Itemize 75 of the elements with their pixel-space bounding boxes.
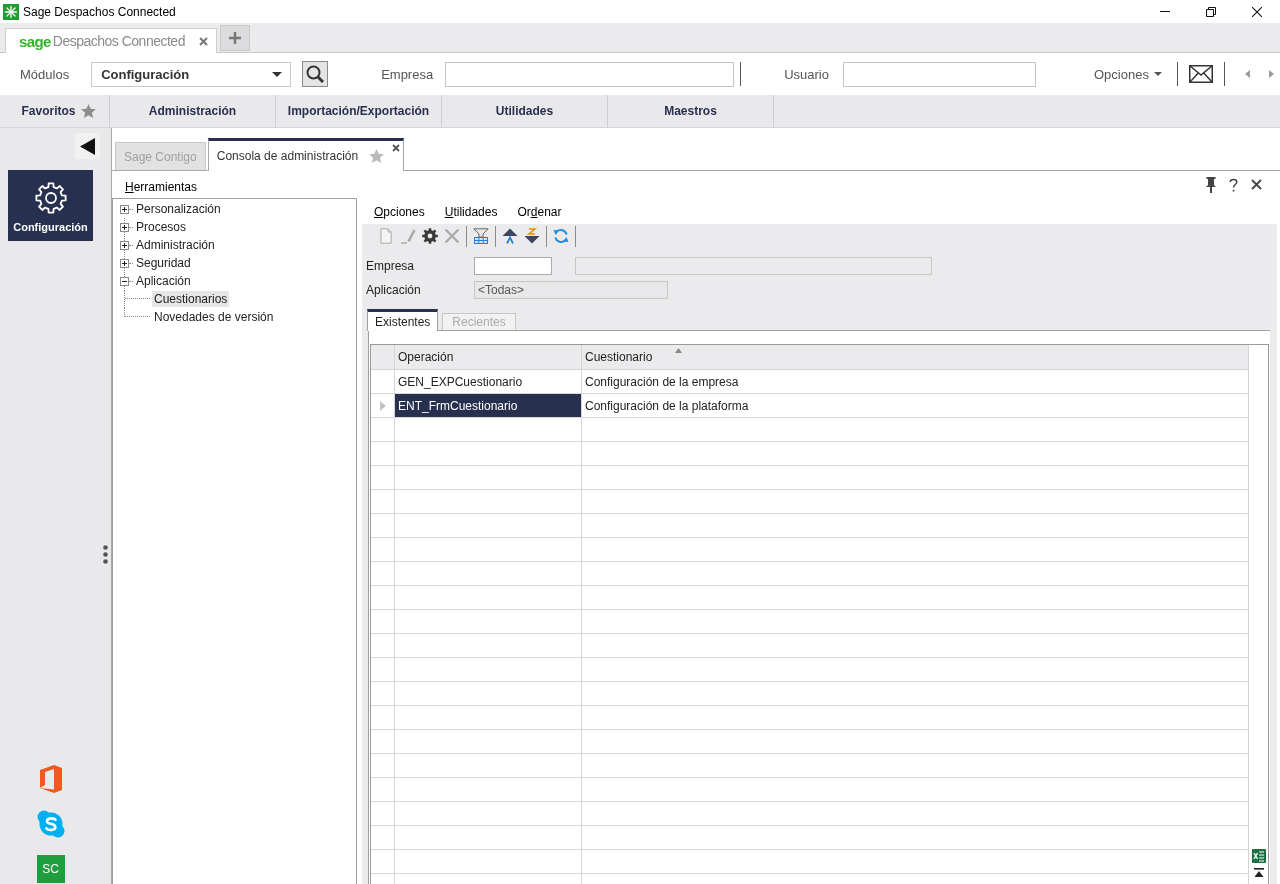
plus-box-icon[interactable] — [120, 258, 129, 268]
caret-icon — [1153, 72, 1162, 76]
pin-icon[interactable] — [1205, 176, 1217, 193]
row-pointer-icon — [379, 400, 386, 411]
left-arrow-icon[interactable] — [1244, 70, 1250, 78]
plus-icon — [229, 32, 241, 44]
tree-item[interactable]: Novedades de versión — [152, 309, 276, 325]
field-label: Aplicación — [366, 283, 422, 297]
gear-icon — [34, 182, 67, 214]
menu-tab[interactable]: Utilidades — [442, 95, 608, 127]
sort-down-icon[interactable] — [524, 228, 540, 244]
field-label: Módulos — [20, 66, 70, 82]
module-dropdown[interactable]: Configuración — [91, 61, 292, 87]
options-menu-button[interactable]: Opciones — [1093, 63, 1162, 85]
table-cell: ENT_FrmCuestionario — [395, 394, 582, 417]
left-triangle-icon — [80, 137, 95, 155]
tree-item[interactable]: Seguridad — [134, 255, 193, 271]
new-tab-button[interactable] — [220, 25, 250, 51]
table-cell: GEN_EXPCuestionario — [395, 370, 582, 393]
star-icon[interactable] — [369, 149, 385, 163]
menu-tab[interactable]: Administración — [110, 95, 276, 127]
document-tab[interactable]: Consola de administración — [207, 138, 405, 171]
minus-box-icon[interactable] — [120, 276, 129, 286]
plus-box-icon[interactable] — [120, 204, 129, 214]
brand-logo: sage — [19, 32, 51, 50]
menu-tab[interactable]: Importación/Exportación — [276, 95, 442, 127]
right-arrow-icon[interactable] — [1268, 70, 1274, 78]
column-header[interactable]: Operación — [395, 345, 582, 369]
menu-tab[interactable]: Favoritos — [0, 95, 110, 127]
menu-item[interactable]: Ordenar — [517, 205, 562, 219]
help-icon[interactable] — [1229, 177, 1238, 192]
caret-icon — [272, 71, 283, 77]
select-field[interactable]: <Todas> — [474, 281, 668, 299]
tree-item[interactable]: Aplicación — [134, 273, 193, 289]
user-field[interactable] — [842, 61, 1036, 87]
menu-item[interactable]: Opciones — [374, 205, 425, 219]
restore-icon[interactable] — [1206, 6, 1216, 17]
table-cell-text: Configuración de la plataforma — [584, 397, 750, 415]
refresh-icon[interactable] — [553, 228, 569, 244]
tab[interactable]: Existentes — [367, 309, 439, 331]
menu-tab[interactable]: Maestros — [608, 95, 774, 127]
column-header[interactable]: Cuestionario — [582, 345, 1248, 369]
module-tile[interactable]: Configuración — [8, 170, 93, 241]
sort-up-icon[interactable] — [502, 228, 518, 244]
close-icon[interactable] — [1252, 6, 1262, 17]
drag-handle-icon[interactable] — [103, 545, 108, 564]
menu-item[interactable]: Herramientas — [125, 179, 198, 194]
star-icon — [80, 104, 96, 118]
mail-icon[interactable] — [1188, 65, 1213, 83]
menu-item[interactable]: Utilidades — [444, 205, 498, 219]
close-icon[interactable] — [1251, 179, 1262, 190]
scroll-to-top-icon[interactable] — [1253, 868, 1264, 878]
spreadsheet-icon[interactable] — [1251, 849, 1266, 863]
field-label: Empresa — [381, 66, 434, 82]
settings-icon[interactable] — [422, 228, 438, 244]
plus-box-icon[interactable] — [120, 240, 129, 250]
tree-item[interactable]: Administración — [134, 237, 217, 253]
field-label: Empresa — [366, 259, 416, 273]
office-icon[interactable] — [38, 765, 63, 793]
close-icon[interactable] — [392, 144, 401, 152]
field-label: Usuario — [784, 66, 829, 82]
code-field[interactable] — [474, 257, 552, 275]
tree-item[interactable]: Procesos — [134, 219, 189, 235]
app-logo-icon — [3, 3, 19, 20]
table-cell-text: Configuración de la empresa — [584, 373, 740, 391]
search-icon — [306, 65, 325, 83]
filter-icon[interactable] — [473, 228, 489, 244]
company-field[interactable] — [445, 61, 735, 87]
search-button[interactable] — [302, 61, 329, 87]
collapse-sidebar-button[interactable] — [75, 133, 100, 159]
tree-item[interactable]: Personalización — [134, 201, 223, 217]
app-tab[interactable]: sage Despachos Connected — [5, 28, 217, 53]
window-title: Sage Despachos Connected — [23, 4, 176, 19]
tree-item[interactable]: Cuestionarios — [152, 291, 230, 307]
plus-box-icon[interactable] — [120, 222, 129, 232]
